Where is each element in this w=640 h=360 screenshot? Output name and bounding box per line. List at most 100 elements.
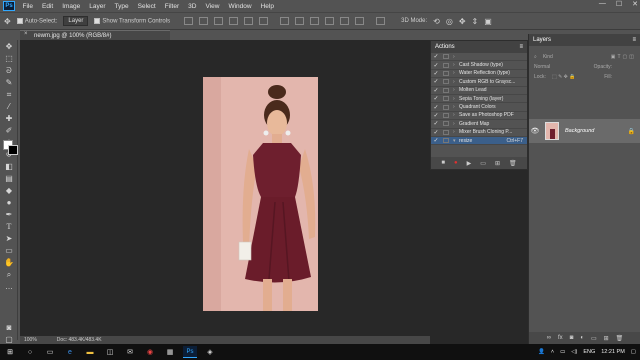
document-photo[interactable] (203, 77, 318, 311)
fx-icon[interactable]: fx (558, 335, 563, 341)
dialog-toggle-icon[interactable] (443, 138, 449, 144)
path-select-tool-icon[interactable]: ➤ (2, 233, 16, 244)
toggle-check-icon[interactable]: ✓ (431, 70, 441, 77)
dialog-toggle-icon[interactable] (443, 96, 449, 102)
document-close-icon[interactable]: × (24, 31, 28, 37)
action-row[interactable]: ✓ › Quadrant Colors (431, 103, 527, 112)
3d-slide-icon[interactable]: ⇕ (472, 17, 479, 26)
menu-help[interactable]: Help (256, 3, 278, 10)
dialog-toggle-icon[interactable] (443, 104, 449, 110)
toggle-check-icon[interactable]: ✓ (431, 62, 441, 69)
action-row[interactable]: ✓ › Cast Shadow (type) (431, 61, 527, 70)
action-row[interactable]: ✓ › Sepia Toning (layer) (431, 95, 527, 104)
background-layer[interactable]: 👁 Background 🔒 (529, 119, 640, 143)
more-tools-icon[interactable]: … (2, 281, 16, 292)
folder-icon[interactable]: ▭ (480, 160, 486, 167)
new-action-icon[interactable]: ⊞ (495, 160, 500, 167)
distribute-hcenter-icon[interactable] (340, 17, 350, 25)
action-row[interactable]: ✓ ▾ resize Ctrl+F7 (431, 136, 527, 146)
3d-rotate-icon[interactable]: ⟲ (433, 17, 440, 26)
distribute-bottom-icon[interactable] (310, 17, 320, 25)
auto-select-dropdown[interactable]: Layer (63, 16, 89, 26)
quick-select-tool-icon[interactable]: ✎ (2, 77, 16, 88)
play-icon[interactable]: ▶ (467, 160, 472, 167)
auto-select-checkbox[interactable]: Auto-Select: (16, 17, 57, 24)
adjustment-icon[interactable]: ◐ (580, 335, 584, 341)
dialog-toggle-icon[interactable] (443, 79, 449, 85)
menu-view[interactable]: View (201, 3, 224, 10)
clock[interactable]: 12:21 PM (601, 349, 625, 355)
zoom-tool-icon[interactable]: ⌕ (2, 269, 16, 280)
toggle-check-icon[interactable]: ✓ (431, 78, 441, 85)
menu-image[interactable]: Image (58, 3, 85, 10)
toggle-check-icon[interactable]: ✓ (431, 53, 441, 60)
minimize-button[interactable]: — (599, 0, 606, 8)
dialog-toggle-icon[interactable] (443, 129, 449, 135)
align-bottom-icon[interactable] (214, 17, 224, 25)
menu-3d[interactable]: 3D (184, 3, 201, 10)
action-row[interactable]: ✓ › Water Reflection (type) (431, 70, 527, 79)
dialog-toggle-icon[interactable] (443, 54, 449, 60)
quick-mask-icon[interactable]: ◙ (2, 322, 16, 333)
blend-mode-dropdown[interactable]: Normal (534, 64, 550, 70)
menu-window[interactable]: Window (224, 3, 256, 10)
crop-tool-icon[interactable]: ⌗ (2, 89, 16, 100)
distribute-vcenter-icon[interactable] (295, 17, 305, 25)
distribute-left-icon[interactable] (325, 17, 335, 25)
gradient-tool-icon[interactable]: ▤ (2, 173, 16, 184)
stop-icon[interactable]: ■ (441, 160, 445, 166)
menu-select[interactable]: Select (133, 3, 160, 10)
lasso-tool-icon[interactable]: ᘐ (2, 65, 16, 76)
chrome-icon[interactable]: ◉ (143, 346, 157, 358)
move-tool-icon[interactable]: ✥ (2, 41, 16, 52)
mail-icon[interactable]: ✉ (123, 346, 137, 358)
toggle-check-icon[interactable]: ✓ (431, 112, 441, 119)
eraser-tool-icon[interactable]: ◧ (2, 161, 16, 172)
photoshop-taskbar-icon[interactable]: Ps (183, 346, 197, 358)
language-indicator[interactable]: ENG (583, 349, 595, 355)
network-icon[interactable]: ▭ (560, 349, 565, 355)
windows-start-icon[interactable]: ⊞ (3, 346, 17, 358)
pen-tool-icon[interactable]: ✒ (2, 209, 16, 220)
app-icon-2[interactable]: ◈ (203, 346, 217, 358)
dialog-toggle-icon[interactable] (443, 87, 449, 93)
dialog-toggle-icon[interactable] (443, 112, 449, 118)
action-row[interactable]: ✓ › Molten Lead (431, 87, 527, 95)
toggle-check-icon[interactable]: ✓ (431, 95, 441, 102)
toggle-check-icon[interactable]: ✓ (431, 129, 441, 136)
chevron-up-icon[interactable]: ˄ (551, 349, 554, 355)
blur-tool-icon[interactable]: ◆ (2, 185, 16, 196)
align-vcenter-icon[interactable] (199, 17, 209, 25)
menu-layer[interactable]: Layer (85, 3, 110, 10)
search-icon[interactable]: ○ (23, 346, 37, 358)
brush-tool-icon[interactable]: ✐ (2, 125, 16, 136)
toggle-check-icon[interactable]: ✓ (431, 87, 441, 94)
kind-dropdown[interactable]: Kind (543, 54, 553, 60)
menu-file[interactable]: File (18, 3, 37, 10)
panel-menu-icon[interactable]: ≡ (632, 37, 636, 43)
zoom-level[interactable]: 100% (24, 337, 37, 343)
marquee-tool-icon[interactable]: ⬚ (2, 53, 16, 64)
align-top-icon[interactable] (184, 17, 194, 25)
trash-icon[interactable]: 🗑 (509, 160, 517, 167)
3d-roll-icon[interactable]: ◎ (446, 17, 453, 26)
menu-filter[interactable]: Filter (160, 3, 183, 10)
auto-align-icon[interactable] (376, 17, 386, 25)
align-left-icon[interactable] (229, 17, 239, 25)
toggle-check-icon[interactable]: ✓ (431, 104, 441, 111)
toggle-check-icon[interactable]: ✓ (431, 120, 441, 127)
mask-icon[interactable]: ◙ (570, 335, 574, 341)
hand-tool-icon[interactable]: ✋ (2, 257, 16, 268)
document-tab[interactable]: newm.jpg @ 100% (RGB/8#) (20, 30, 170, 40)
eye-icon[interactable]: 👁 (529, 127, 541, 135)
align-right-icon[interactable] (259, 17, 269, 25)
notification-icon[interactable]: ▢ (631, 349, 636, 355)
show-transform-checkbox[interactable]: Show Transform Controls (94, 17, 170, 24)
file-explorer-icon[interactable]: ▬ (83, 346, 97, 358)
shape-tool-icon[interactable]: ▭ (2, 245, 16, 256)
menu-type[interactable]: Type (110, 3, 133, 10)
3d-scale-icon[interactable]: ▣ (484, 17, 492, 26)
dialog-toggle-icon[interactable] (443, 121, 449, 127)
task-view-icon[interactable]: ▭ (43, 346, 57, 358)
group-icon[interactable]: ▭ (591, 335, 597, 342)
